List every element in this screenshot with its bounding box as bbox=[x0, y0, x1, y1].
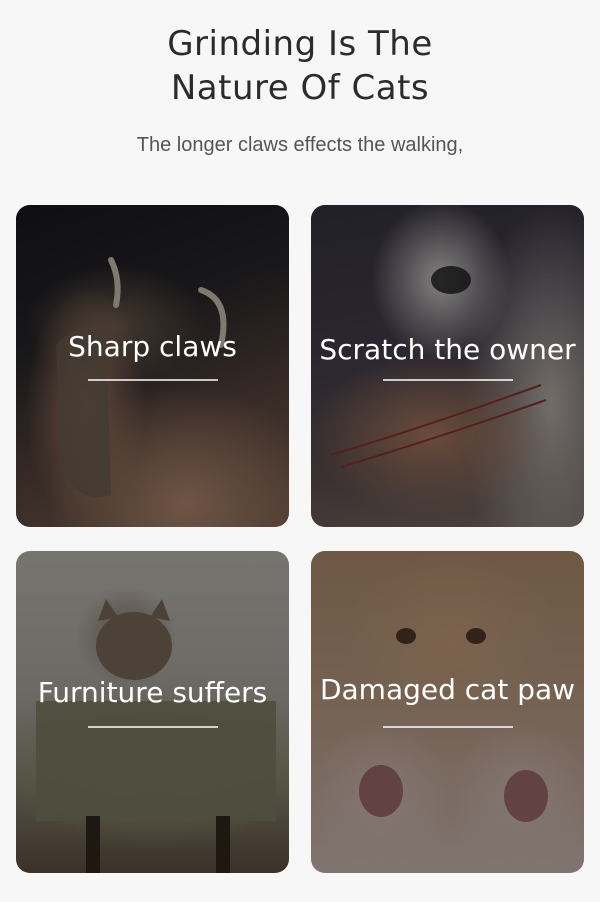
card-label: Sharp claws bbox=[68, 330, 237, 363]
card-divider bbox=[87, 726, 218, 728]
page: Grinding Is The Nature Of Cats The longe… bbox=[0, 0, 600, 902]
title-line-2: Nature Of Cats bbox=[170, 68, 430, 108]
card-divider bbox=[382, 379, 513, 381]
card-damaged-cat-paw: Damaged cat paw bbox=[311, 551, 584, 873]
card-divider bbox=[382, 726, 513, 728]
card-label: Damaged cat paw bbox=[319, 673, 576, 706]
card-sharp-claws: Sharp claws bbox=[16, 205, 289, 527]
card-scratch-the-owner: Scratch the owner bbox=[311, 205, 584, 527]
card-label: Furniture suffers bbox=[37, 676, 268, 709]
card-label: Scratch the owner bbox=[319, 333, 576, 366]
card-divider bbox=[87, 379, 218, 381]
page-subtitle: The longer claws effects the walking, bbox=[136, 134, 464, 156]
page-title: Grinding Is The Nature Of Cats bbox=[0, 22, 600, 110]
card-furniture-suffers: Furniture suffers bbox=[16, 551, 289, 873]
title-line-1: Grinding Is The bbox=[167, 24, 433, 64]
